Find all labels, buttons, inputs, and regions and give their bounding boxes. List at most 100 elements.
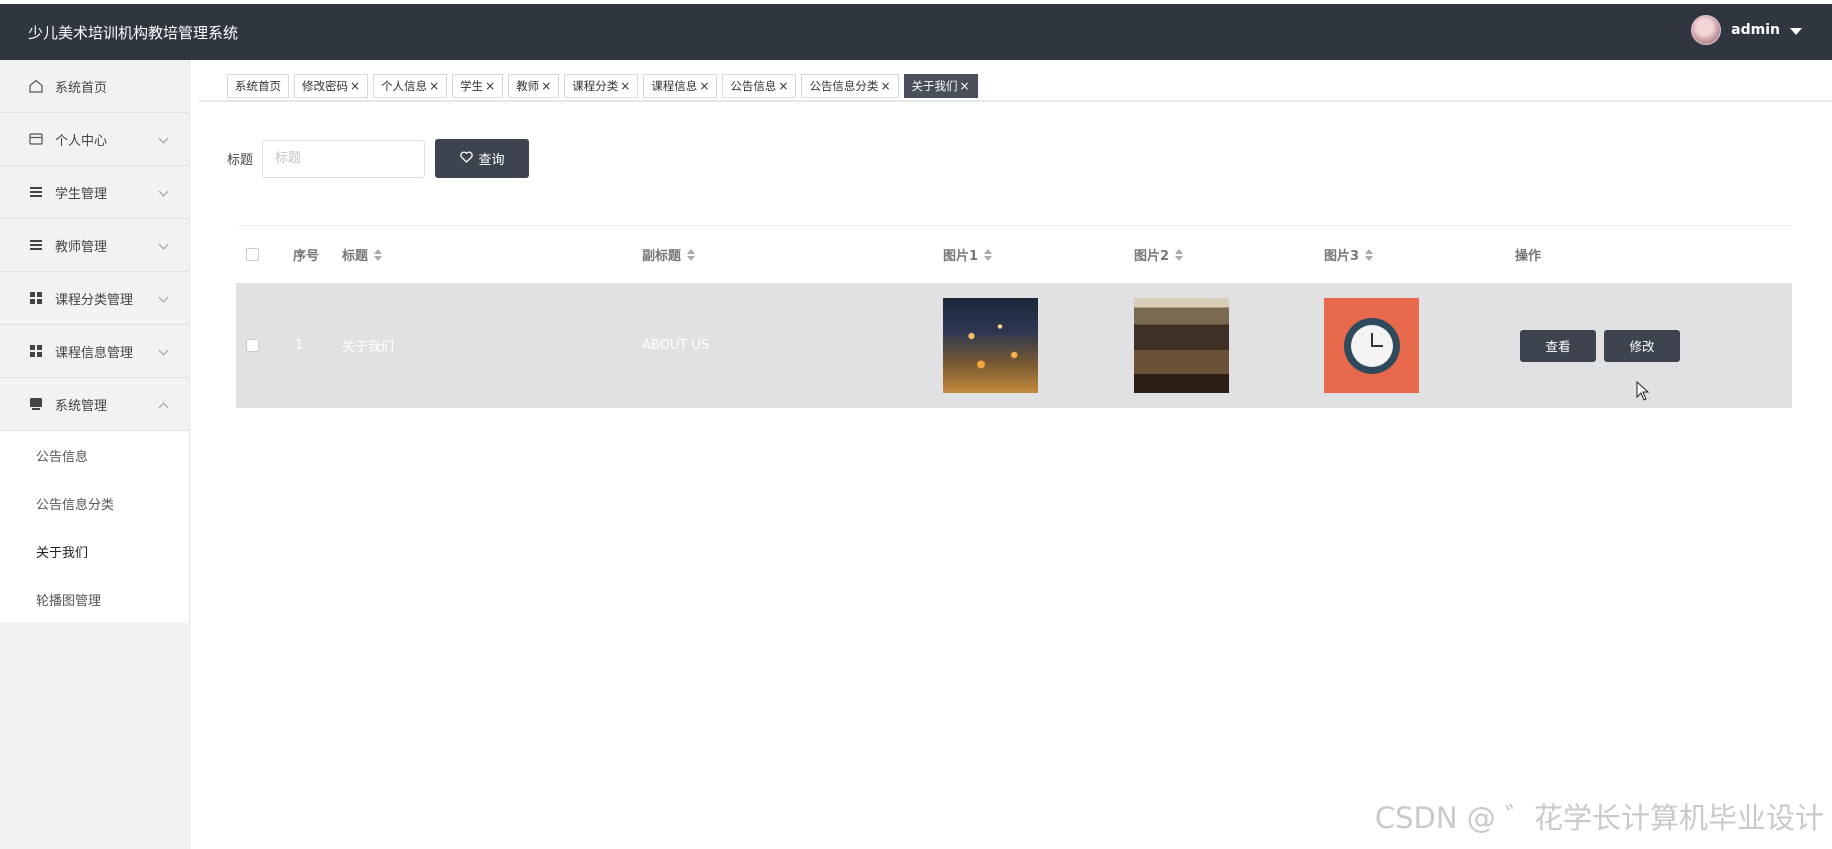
chevron-down-icon — [158, 133, 169, 144]
sidebar-item-students[interactable]: 学生管理 — [0, 166, 189, 219]
row-image3[interactable] — [1324, 283, 1419, 408]
tab-label: 系统首页 — [235, 79, 281, 93]
col-image1-label: 图片1 — [943, 249, 979, 264]
sidebar-item-label: 课程信息管理 — [55, 345, 134, 361]
list-icon — [28, 184, 44, 200]
submenu-item-notice[interactable]: 公告信息 — [0, 431, 189, 479]
tab-course-info[interactable]: 课程信息 × — [643, 74, 718, 98]
chevron-up-icon — [158, 402, 169, 413]
tab-label: 公告信息 — [730, 79, 777, 93]
row-checkbox[interactable] — [246, 283, 259, 408]
submenu-item-carousel[interactable]: 轮播图管理 — [0, 575, 189, 623]
close-icon[interactable]: × — [620, 79, 630, 93]
chevron-down-icon — [158, 292, 169, 303]
tab-change-password[interactable]: 修改密码 × — [294, 74, 369, 98]
alarm-clock-icon — [1343, 317, 1400, 374]
sort-icon[interactable] — [1175, 248, 1184, 261]
chevron-down-icon — [158, 345, 169, 356]
col-actions: 操作 — [1515, 249, 1542, 264]
sidebar-item-label: 系统首页 — [55, 80, 108, 96]
tab-label: 关于我们 — [911, 79, 958, 93]
submenu-item-notice-category[interactable]: 公告信息分类 — [0, 479, 189, 527]
search-label: 标题 — [227, 153, 254, 168]
title-search-input[interactable] — [262, 139, 426, 178]
close-icon[interactable]: × — [541, 79, 551, 93]
username[interactable]: admin — [1731, 22, 1780, 38]
tab-students[interactable]: 学生 × — [452, 74, 504, 98]
col-title[interactable]: 标题 — [342, 226, 383, 283]
tab-about-us[interactable]: 关于我们 × — [903, 74, 978, 98]
grid-icon — [28, 290, 44, 306]
search-bar: 标题 查询 — [227, 139, 530, 178]
card-icon — [28, 131, 44, 147]
col-subtitle[interactable]: 副标题 — [642, 226, 696, 283]
tab-teachers[interactable]: 教师 × — [508, 74, 560, 98]
query-button-label: 查询 — [478, 152, 505, 167]
chevron-down-icon — [158, 186, 169, 197]
row-title: 关于我们 — [342, 340, 395, 355]
col-image3-label: 图片3 — [1324, 249, 1360, 264]
close-icon[interactable]: × — [350, 79, 360, 93]
view-button[interactable]: 查看 — [1520, 329, 1596, 362]
sidebar-item-personal-center[interactable]: 个人中心 — [0, 113, 189, 166]
sort-icon[interactable] — [984, 248, 993, 261]
user-menu[interactable]: admin — [1691, 15, 1802, 45]
tab-label: 学生 — [460, 79, 484, 93]
alarm-clock-image[interactable] — [1324, 298, 1419, 393]
app-title: 少儿美术培训机构教培管理系统 — [28, 24, 239, 42]
sidebar-item-course-info[interactable]: 课程信息管理 — [0, 325, 189, 378]
submenu-item-about-us[interactable]: 关于我们 — [0, 527, 189, 575]
table-row[interactable]: 1 关于我们 ABOUT US 查看 修改 — [236, 283, 1792, 408]
row-actions: 查看 修改 — [1520, 283, 1680, 408]
tab-home[interactable]: 系统首页 — [227, 74, 289, 98]
sidebar-item-label: 课程分类管理 — [55, 292, 134, 308]
close-icon[interactable]: × — [880, 79, 890, 93]
query-button[interactable]: 查询 — [435, 139, 530, 178]
heart-icon — [459, 151, 473, 166]
sort-icon[interactable] — [374, 248, 383, 261]
meeting-room-image[interactable] — [1134, 298, 1229, 393]
col-subtitle-label: 副标题 — [642, 249, 682, 264]
col-image3[interactable]: 图片3 — [1324, 226, 1374, 283]
watermark: CSDN @ ゛花学长计算机毕业设计 — [1374, 801, 1824, 835]
caret-down-icon[interactable] — [1790, 27, 1802, 35]
sidebar-item-label: 个人中心 — [55, 133, 108, 149]
tab-course-category[interactable]: 课程分类 × — [564, 74, 639, 98]
tab-label: 课程分类 — [572, 79, 619, 93]
avatar[interactable] — [1691, 15, 1722, 45]
tab-bar: 系统首页 修改密码 × 个人信息 × 学生 × 教师 × 课程分类 × 课程信息 × 公告信… — [199, 74, 1832, 102]
checkbox[interactable] — [246, 339, 259, 352]
tab-label: 个人信息 — [381, 79, 428, 93]
tab-personal-info[interactable]: 个人信息 × — [373, 74, 448, 98]
close-icon[interactable]: × — [485, 79, 495, 93]
tab-label: 教师 — [516, 79, 540, 93]
grid-icon — [28, 343, 44, 359]
sidebar-item-system[interactable]: 系统管理 — [0, 378, 189, 431]
checkbox[interactable] — [246, 248, 259, 261]
col-image1[interactable]: 图片1 — [943, 226, 993, 283]
select-all-checkbox[interactable] — [246, 226, 259, 283]
row-subtitle: ABOUT US — [642, 338, 710, 353]
col-image2[interactable]: 图片2 — [1134, 226, 1184, 283]
mouse-cursor-icon — [1636, 381, 1650, 401]
chevron-down-icon — [158, 239, 169, 250]
home-icon — [28, 78, 44, 94]
sidebar-item-label: 学生管理 — [55, 186, 108, 202]
tab-notice-category[interactable]: 公告信息分类 × — [801, 74, 899, 98]
sidebar-item-home[interactable]: 系统首页 — [0, 60, 189, 113]
row-image1[interactable] — [943, 283, 1038, 408]
row-index: 1 — [295, 338, 304, 353]
tab-notice[interactable]: 公告信息 × — [722, 74, 797, 98]
close-icon[interactable]: × — [778, 79, 788, 93]
edit-button[interactable]: 修改 — [1604, 329, 1680, 362]
sort-icon[interactable] — [1365, 248, 1374, 261]
close-icon[interactable]: × — [960, 79, 970, 93]
sort-icon[interactable] — [687, 248, 696, 261]
close-icon[interactable]: × — [429, 79, 439, 93]
sidebar-item-teachers[interactable]: 教师管理 — [0, 219, 189, 272]
close-icon[interactable]: × — [699, 79, 709, 93]
sidebar-item-course-category[interactable]: 课程分类管理 — [0, 272, 189, 325]
tab-label: 修改密码 — [302, 79, 348, 93]
city-night-image[interactable] — [943, 298, 1038, 393]
row-image2[interactable] — [1134, 283, 1229, 408]
